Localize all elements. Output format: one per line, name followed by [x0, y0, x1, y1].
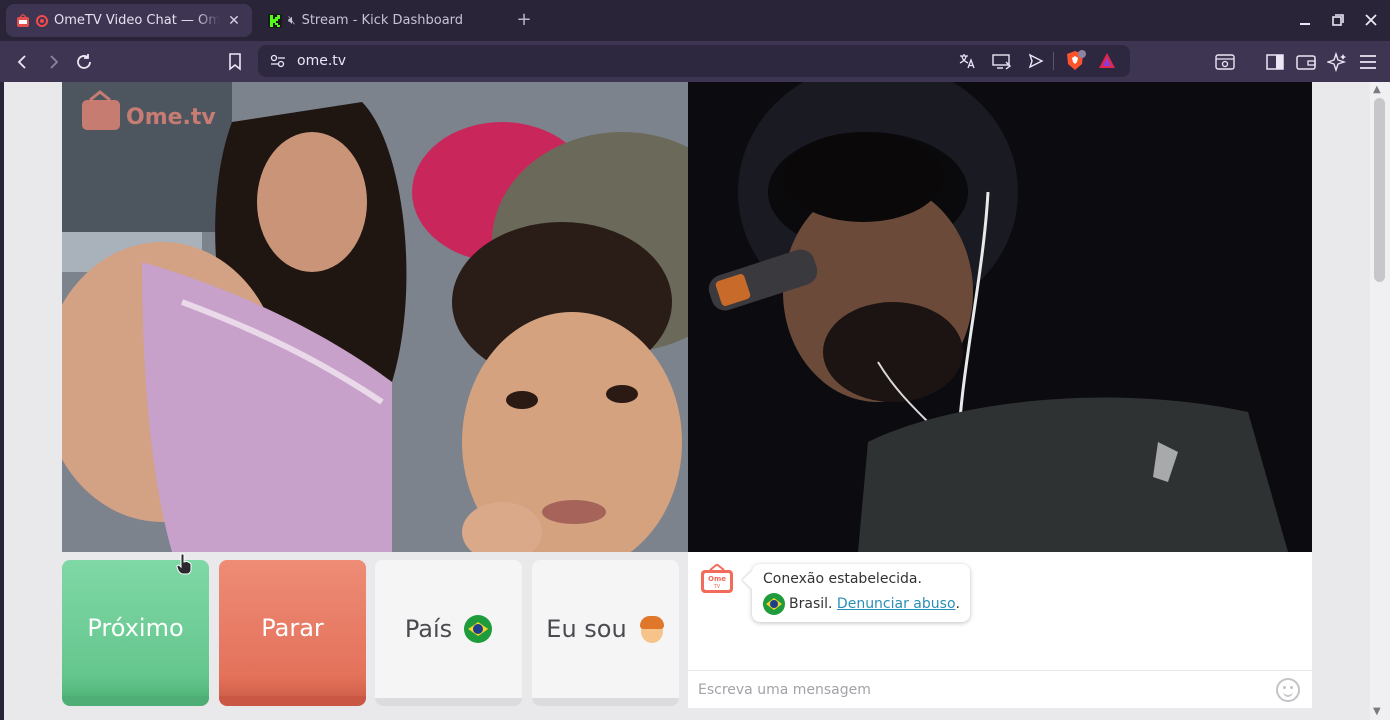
chat-panel: Ome TV Conexão estabelecida. Brasil. Den… [688, 552, 1312, 708]
watermark-text: Ome.tv [126, 105, 216, 130]
send-icon[interactable] [1028, 53, 1044, 69]
gender-button-label: Eu sou [546, 615, 627, 643]
stop-button[interactable]: Parar [219, 560, 366, 706]
close-tab-icon[interactable]: ✕ [226, 13, 242, 29]
next-button[interactable]: Próximo [62, 560, 209, 706]
period: . [955, 596, 960, 612]
stop-button-label: Parar [261, 614, 324, 642]
message-input[interactable] [698, 679, 1258, 701]
scroll-down-icon[interactable]: ▼ [1373, 706, 1381, 717]
gender-select-button[interactable]: Eu sou [532, 560, 679, 706]
country-select-button[interactable]: País [375, 560, 522, 706]
ometv-watermark-logo: Ome.tv [82, 90, 216, 130]
forward-icon[interactable] [41, 50, 65, 74]
system-message-bubble: Conexão estabelecida. Brasil. Denunciar … [752, 564, 970, 622]
recording-icon [36, 14, 48, 27]
country-button-label: País [404, 615, 453, 643]
ometv-favicon-icon [17, 13, 29, 27]
restore-icon[interactable] [1328, 10, 1348, 30]
stranger-video: Ome.tv [62, 82, 688, 552]
report-abuse-link[interactable]: Denunciar abuso [837, 596, 956, 612]
bookmark-icon[interactable] [223, 50, 247, 74]
svg-text:TV: TV [713, 584, 721, 590]
brave-shields-icon[interactable] [1064, 50, 1086, 72]
boy-icon [639, 615, 665, 643]
navigation-bar: ome.tv [0, 41, 1390, 82]
hand-cursor-icon [176, 553, 192, 575]
new-tab-button[interactable]: + [514, 9, 534, 31]
scrollbar-thumb[interactable] [1374, 98, 1385, 282]
brazil-flag-icon [464, 615, 493, 643]
next-button-label: Próximo [87, 614, 184, 642]
tab-search-icon[interactable] [1213, 50, 1237, 74]
brazil-flag-icon [763, 593, 785, 615]
sidebar-toggle-icon[interactable] [1263, 50, 1287, 74]
close-window-icon[interactable] [1361, 10, 1381, 30]
leo-ai-icon[interactable] [1325, 50, 1349, 74]
address-bar[interactable]: ome.tv [258, 45, 1130, 77]
svg-text:Ome: Ome [708, 575, 726, 583]
kick-favicon-icon [268, 13, 282, 28]
translate-icon[interactable] [958, 52, 976, 70]
minimize-icon[interactable] [1295, 10, 1315, 30]
site-settings-icon[interactable] [270, 54, 286, 68]
emoji-icon[interactable] [1276, 678, 1300, 702]
self-video-frame [688, 82, 1312, 552]
brave-rewards-icon[interactable] [1098, 52, 1116, 70]
menu-icon[interactable] [1356, 50, 1380, 74]
tab-title: Stream - Kick Dashboard [301, 13, 464, 28]
wallet-icon[interactable] [1294, 50, 1318, 74]
scroll-up-icon[interactable]: ▲ [1373, 84, 1381, 95]
back-icon[interactable] [11, 50, 35, 74]
muted-speaker-icon[interactable]: 🔇︎ [288, 13, 296, 28]
tab-kick[interactable]: 🔇︎ Stream - Kick Dashboard [258, 4, 506, 37]
stranger-video-frame [62, 82, 688, 552]
message-input-row [688, 670, 1312, 708]
tab-bar: OmeTV Video Chat — Omegle ✕ 🔇︎ Stream - … [0, 0, 1390, 41]
tab-ometv[interactable]: OmeTV Video Chat — Omegle ✕ [6, 4, 252, 37]
connection-message: Conexão estabelecida. [763, 571, 922, 587]
ometv-logo-icon: Ome TV [701, 564, 733, 593]
tab-title: OmeTV Video Chat — Omegle [54, 13, 220, 28]
self-video [688, 82, 1312, 552]
url-text[interactable]: ome.tv [297, 53, 346, 69]
cast-icon[interactable] [992, 52, 1012, 70]
divider [1053, 52, 1054, 70]
reload-icon[interactable] [72, 50, 96, 74]
country-name: Brasil. [789, 596, 833, 612]
